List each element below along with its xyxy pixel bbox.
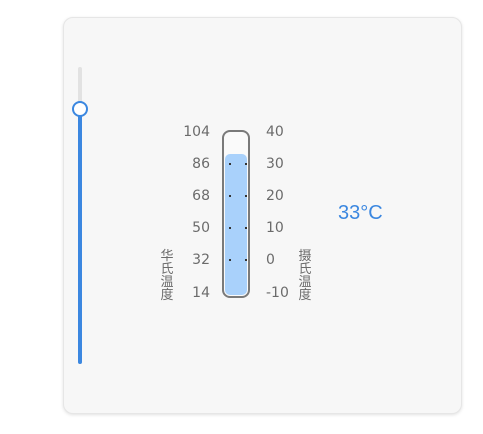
thermometer-mercury [225, 154, 247, 295]
tube-dot [245, 163, 247, 165]
temperature-slider-thumb[interactable] [72, 101, 88, 117]
celsius-tick: 0 [266, 252, 275, 268]
celsius-tick: 10 [266, 220, 284, 236]
tube-dot [229, 163, 231, 165]
thermometer-card [63, 17, 462, 414]
tube-dot [229, 227, 231, 229]
tube-dot [245, 259, 247, 261]
celsius-label: 摄氏温度 [298, 249, 312, 303]
fahrenheit-tick: 68 [192, 188, 210, 204]
fahrenheit-tick: 32 [192, 252, 210, 268]
temperature-readout: 33°C [338, 202, 383, 224]
fahrenheit-label: 华氏温度 [160, 249, 174, 303]
temperature-slider-fill [78, 109, 82, 364]
tube-dot [245, 227, 247, 229]
fahrenheit-tick: 86 [192, 156, 210, 172]
fahrenheit-tick: 14 [192, 285, 210, 301]
thermometer-tube [222, 130, 250, 298]
tube-dot [245, 195, 247, 197]
celsius-tick: -10 [266, 285, 289, 301]
fahrenheit-tick: 104 [183, 124, 210, 140]
celsius-tick: 20 [266, 188, 284, 204]
celsius-tick: 40 [266, 124, 284, 140]
fahrenheit-tick: 50 [192, 220, 210, 236]
tube-dot [229, 195, 231, 197]
tube-dot [229, 259, 231, 261]
celsius-tick: 30 [266, 156, 284, 172]
